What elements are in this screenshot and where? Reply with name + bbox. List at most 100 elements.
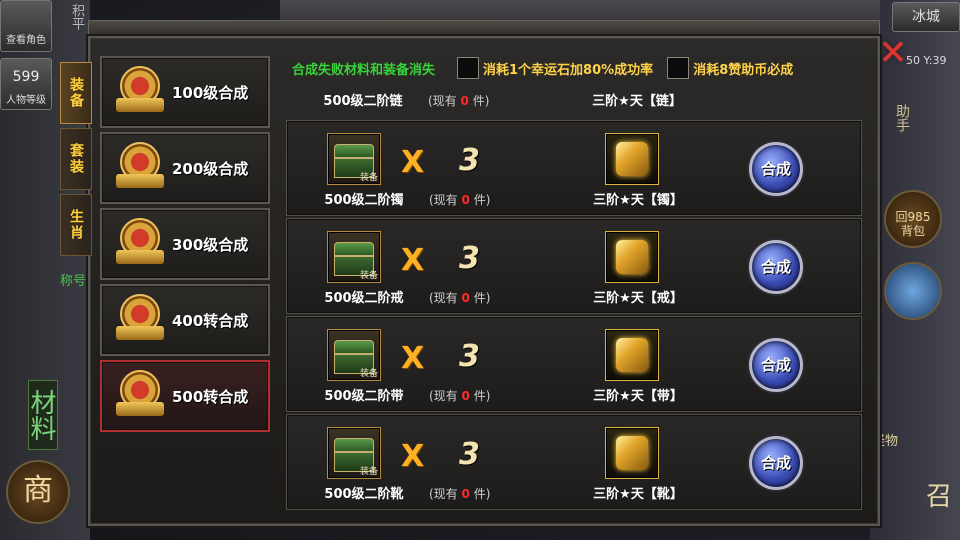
fail-notice: 合成失败材料和装备消失 [292, 62, 436, 78]
level-item-label: 100级合成 [172, 83, 249, 102]
level-item-100[interactable]: 100级合成 [100, 56, 270, 128]
skill-orb[interactable] [884, 262, 942, 320]
level-item-label: 200级合成 [172, 159, 249, 178]
tab-set-label: 套装 [68, 143, 84, 175]
top-left-side-text: 积平 [69, 4, 84, 30]
tab-zodiac-label: 生肖 [68, 209, 84, 241]
view-character-label: 查看角色 [6, 35, 46, 46]
map-name-label: 冰城 [892, 2, 960, 32]
craft-button[interactable]: 合成 [749, 240, 803, 294]
shop-button[interactable]: 商 [6, 460, 70, 524]
level-item-300[interactable]: 300级合成 [100, 208, 270, 280]
chest-tag: 装备 [359, 369, 378, 379]
map-name-text: 冰城 [912, 9, 940, 25]
equipment-chest-icon[interactable]: 装备 [327, 427, 381, 479]
title-side-label: 称号 [60, 274, 87, 289]
summon-label[interactable]: 召 [926, 476, 952, 513]
coords-readout: 50 Y:39 [906, 54, 947, 67]
chest-tag: 装备 [359, 467, 378, 477]
owned-prefix: (现有 [429, 193, 458, 207]
owned-suffix: 件) [473, 487, 491, 501]
helper-label[interactable]: 助手 [892, 104, 912, 144]
required-quantity: 3 [459, 241, 480, 276]
recipe-row: 装备 X 3 500级二阶戒 (现有 0 件) 三阶★天【戒】 合成 [286, 218, 862, 314]
sponsor-coin-checkbox[interactable] [667, 57, 690, 79]
multiply-sign: X [401, 145, 425, 180]
multiply-sign: X [401, 439, 425, 474]
recipe-row: 装备 X 3 500级二阶靴 (现有 0 件) 三阶★天【靴】 合成 [286, 414, 862, 510]
owned-count: (现有 0 件) [429, 485, 490, 502]
medal-icon [116, 140, 164, 196]
equipment-chest-icon[interactable]: 装备 [327, 329, 381, 381]
required-quantity: 3 [459, 339, 480, 374]
result-name: 三阶★天【靴】 [593, 487, 683, 502]
pack-label: 背包 [900, 224, 925, 238]
craft-button[interactable]: 合成 [749, 436, 803, 490]
recipe-content: 合成失败材料和装备消失 消耗1个幸运石加80%成功率 消耗8赞助币必成 500级… [278, 48, 868, 518]
owned-number: 0 [461, 193, 470, 207]
recycle-label: 回985 [895, 210, 931, 224]
required-quantity: 3 [459, 143, 480, 178]
level-item-200[interactable]: 200级合成 [100, 132, 270, 204]
close-icon[interactable]: ✕ [876, 36, 910, 70]
material-name: 500级二阶链 [323, 94, 403, 109]
equipment-chest-icon[interactable]: 装备 [327, 231, 381, 283]
required-quantity: 3 [459, 437, 480, 472]
owned-number: 0 [461, 389, 470, 403]
owned-suffix: 件) [473, 291, 491, 305]
owned-prefix: (现有 [429, 389, 458, 403]
result-name: 三阶★天【戒】 [593, 291, 683, 306]
recipe-row: 装备 X 3 500级二阶镯 (现有 0 件) 三阶★天【镯】 合成 [286, 120, 862, 216]
shop-label: 商 [23, 473, 53, 508]
owned-count: (现有 0 件) [429, 191, 490, 208]
owned-suffix: 件) [473, 193, 491, 207]
result-name: 三阶★天【链】 [592, 94, 682, 109]
owned-number: 0 [461, 487, 470, 501]
owned-prefix: (现有 [428, 94, 457, 108]
owned-prefix: (现有 [429, 487, 458, 501]
view-character-button[interactable]: 查看角色 [0, 0, 52, 52]
recycle-button[interactable]: 回985 背包 [884, 190, 942, 248]
owned-count: (现有 0 件) [429, 387, 490, 404]
ring-icon[interactable] [605, 231, 659, 283]
craft-button[interactable]: 合成 [749, 142, 803, 196]
material-name: 500级二阶靴 [324, 487, 404, 502]
tab-set[interactable]: 套装 [60, 128, 92, 190]
medal-icon [116, 216, 164, 272]
owned-suffix: 件) [472, 94, 490, 108]
materials-side-label[interactable]: 材料 [26, 380, 58, 450]
level-item-label: 300级合成 [172, 235, 249, 254]
tab-zodiac[interactable]: 生肖 [60, 194, 92, 256]
owned-suffix: 件) [473, 389, 491, 403]
level-item-label: 500转合成 [172, 387, 249, 406]
sponsor-coin-label: 消耗8赞助币必成 [693, 62, 794, 78]
level-item-400[interactable]: 400转合成 [100, 284, 270, 356]
owned-count: (现有 0 件) [429, 289, 490, 306]
owned-prefix: (现有 [429, 291, 458, 305]
medal-icon [116, 292, 164, 348]
result-name: 三阶★天【镯】 [593, 193, 683, 208]
tab-equipment-label: 装备 [68, 77, 84, 109]
lucky-stone-checkbox[interactable] [457, 57, 480, 79]
tab-equipment[interactable]: 装备 [60, 62, 92, 124]
level-item-500[interactable]: 500转合成 [100, 360, 270, 432]
options-bar: 合成失败材料和装备消失 消耗1个幸运石加80%成功率 消耗8赞助币必成 [278, 48, 868, 88]
material-name: 500级二阶镯 [324, 193, 404, 208]
level-number: 599 [12, 69, 40, 85]
chest-tag: 装备 [359, 173, 378, 183]
belt-icon[interactable] [605, 329, 659, 381]
level-item-label: 400转合成 [172, 311, 249, 330]
owned-number: 0 [460, 94, 469, 108]
boots-icon[interactable] [605, 427, 659, 479]
chest-tag: 装备 [359, 271, 378, 281]
equipment-chest-icon[interactable]: 装备 [327, 133, 381, 185]
material-name: 500级二阶戒 [324, 291, 404, 306]
lucky-stone-label: 消耗1个幸运石加80%成功率 [483, 62, 654, 78]
player-level-badge[interactable]: 599 人物等级 [0, 58, 52, 110]
recipe-list[interactable]: 500级二阶链 (现有 0 件) 三阶★天【链】 装备 X 3 500级二阶镯 … [286, 86, 862, 518]
bracelet-icon[interactable] [605, 133, 659, 185]
level-caption: 人物等级 [6, 95, 46, 106]
craft-button[interactable]: 合成 [749, 338, 803, 392]
recipe-row-partial: 500级二阶链 (现有 0 件) 三阶★天【链】 [286, 86, 862, 112]
owned-number: 0 [461, 291, 470, 305]
